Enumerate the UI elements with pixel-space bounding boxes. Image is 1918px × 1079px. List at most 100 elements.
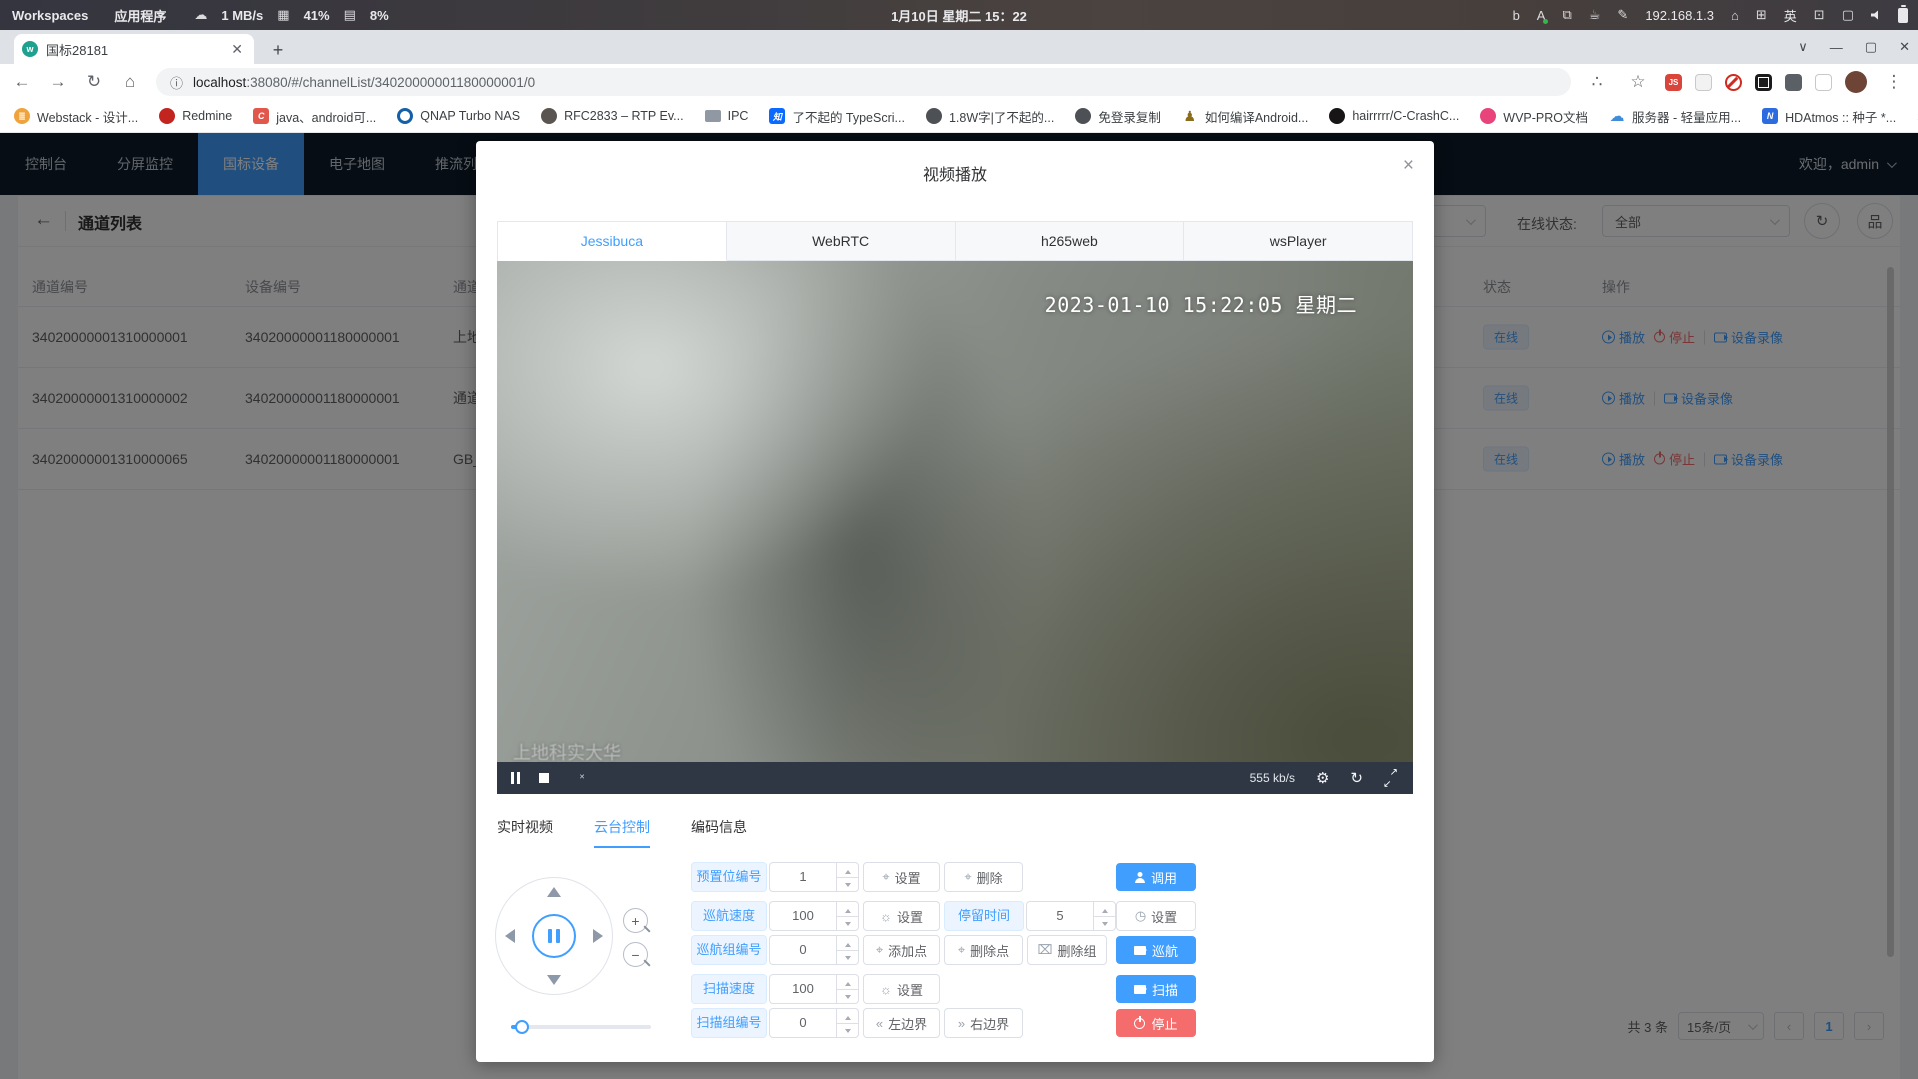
address-bar[interactable]: ⓘ localhost :38080/#/channelList/3402000… [156,68,1571,96]
tab-webrtc[interactable]: WebRTC [727,222,956,261]
new-tab-button[interactable]: + [266,38,290,62]
clipboard-icon[interactable]: ⧉ [1562,7,1571,23]
number-stepper[interactable] [836,1009,858,1037]
extension-notes-icon[interactable] [1815,74,1832,91]
tab-live-video[interactable]: 实时视频 [497,817,553,848]
zoom-out-button[interactable]: − [623,942,648,967]
tab-jessibuca[interactable]: Jessibuca [498,222,727,261]
bookmark-item[interactable]: QNAP Turbo NAS [397,108,520,124]
window-close-icon[interactable]: ✕ [1899,39,1910,55]
stepper-up-icon[interactable] [837,863,858,878]
cruise-add-point-button[interactable]: ⌖添加点 [863,935,940,965]
preset-call-button[interactable]: 调用 [1116,863,1196,891]
display-icon[interactable]: ▢ [1842,7,1854,23]
stepper-up-icon[interactable] [1094,902,1115,917]
scan-left-bound-button[interactable]: «左边界 [863,1008,940,1038]
preset-set-button[interactable]: ⌖设置 [863,862,940,892]
reload-icon[interactable]: ↻ [80,72,108,92]
input-helper-icon[interactable]: A [1537,8,1546,23]
settings-gear-icon[interactable]: ⚙ [1316,769,1329,787]
pip-icon[interactable]: ⊡ [1814,7,1825,23]
ptz-stop-button[interactable]: 停止 [1116,1009,1196,1037]
cruise-group-input[interactable]: 0 [769,935,859,965]
pause-icon[interactable] [511,772,520,784]
bookmark-item[interactable]: 免登录复制 [1075,107,1161,126]
browser-tab[interactable]: w 国标28181 ✕ [14,34,254,64]
number-stepper[interactable] [1093,902,1115,930]
stay-time-input[interactable]: 5 [1026,901,1116,931]
cruise-delete-group-button[interactable]: ⌧删除组 [1027,935,1107,965]
profile-avatar[interactable] [1845,71,1867,93]
system-clock[interactable]: 1月10日 星期二 15：22 [891,6,1027,25]
tab-ptz-control[interactable]: 云台控制 [594,817,650,848]
stepper-down-icon[interactable] [1094,917,1115,931]
fullscreen-icon[interactable] [1384,772,1397,785]
stepper-up-icon[interactable] [837,902,858,917]
bookmark-item[interactable]: hairrrrr/C-CrashC... [1329,108,1459,124]
refresh-stream-icon[interactable]: ↻ [1350,769,1363,787]
extension-darkmode-icon[interactable] [1755,74,1772,91]
bookmark-item[interactable]: NHDAtmos :: 种子 *... [1762,107,1896,126]
caffeine-icon[interactable]: ☕ [1589,7,1601,23]
preset-number-input[interactable]: 1 [769,862,859,892]
video-player[interactable]: 2023-01-10 15:22:05 星期二 上地科实大华 555 kb/s … [497,261,1413,794]
bookmark-folder[interactable]: IPC [705,109,749,123]
stepper-up-icon[interactable] [837,1009,858,1024]
browser-menu-icon[interactable]: ⋮ [1880,72,1908,92]
extensions-puzzle-icon[interactable] [1785,74,1802,91]
extension-blocker-icon[interactable] [1725,74,1742,91]
slider-knob[interactable] [515,1020,529,1034]
cruise-speed-input[interactable]: 100 [769,901,859,931]
extension-js-icon[interactable]: JS [1665,74,1682,91]
bookmark-item[interactable]: ≣Webstack - 设计... [14,107,138,126]
site-info-icon[interactable]: ⓘ [170,73,183,92]
bookmark-item[interactable]: 1.8W字|了不起的... [926,107,1054,126]
color-picker-icon[interactable]: ✎ [1617,7,1628,23]
ptz-down-button[interactable] [547,975,561,985]
home-tray-icon[interactable]: ⌂ [1731,8,1739,23]
stay-time-set-button[interactable]: ◷设置 [1116,901,1196,931]
number-stepper[interactable] [836,863,858,891]
workspaces-button[interactable]: Workspaces [12,8,88,23]
scan-group-input[interactable]: 0 [769,1008,859,1038]
stepper-down-icon[interactable] [837,878,858,892]
cruise-start-button[interactable]: 巡航 [1116,936,1196,964]
stepper-down-icon[interactable] [837,951,858,965]
stepper-down-icon[interactable] [837,1024,858,1038]
workspace-switcher-icon[interactable]: ⊞ [1756,7,1767,23]
bookmark-star-icon[interactable]: ☆ [1624,72,1652,92]
zoom-in-button[interactable]: + [623,908,648,933]
bookmark-item[interactable]: 知了不起的 TypeScri... [769,107,905,126]
tab-close-icon[interactable]: ✕ [228,41,246,58]
share-icon[interactable]: ∴ [1583,72,1611,92]
window-minimize-icon[interactable]: — [1830,40,1843,55]
bookmark-item[interactable]: Cjava、android可... [253,107,376,126]
stop-icon[interactable] [539,773,549,783]
cruise-delete-point-button[interactable]: ⌖删除点 [944,935,1023,965]
bookmark-item[interactable]: Redmine [159,108,232,124]
stepper-down-icon[interactable] [837,917,858,931]
number-stepper[interactable] [836,975,858,1003]
cruise-speed-set-button[interactable]: ☼设置 [863,901,940,931]
home-icon[interactable]: ⌂ [116,72,144,92]
ip-address[interactable]: 192.168.1.3 [1645,8,1714,23]
extension-mask-icon[interactable] [1695,74,1712,91]
volume-icon[interactable] [1871,10,1881,20]
ptz-up-button[interactable] [547,887,561,897]
applications-menu[interactable]: 应用程序 [114,6,166,25]
tab-h265web[interactable]: h265web [956,222,1185,261]
mute-icon[interactable] [568,772,584,784]
number-stepper[interactable] [836,902,858,930]
bookmark-item[interactable]: ☁服务器 - 轻量应用... [1609,107,1741,126]
ptz-center-pause-button[interactable] [532,914,576,958]
forward-icon[interactable]: → [44,72,72,92]
scan-speed-input[interactable]: 100 [769,974,859,1004]
window-maximize-icon[interactable]: ▢ [1865,39,1877,55]
ime-indicator[interactable]: 英 [1784,6,1797,25]
stepper-up-icon[interactable] [837,975,858,990]
number-stepper[interactable] [836,936,858,964]
bookmark-item[interactable]: RFC2833 – RTP Ev... [541,108,684,124]
tab-wsplayer[interactable]: wsPlayer [1184,222,1412,261]
preset-delete-button[interactable]: ⌖删除 [944,862,1023,892]
back-icon[interactable]: ← [8,72,36,92]
